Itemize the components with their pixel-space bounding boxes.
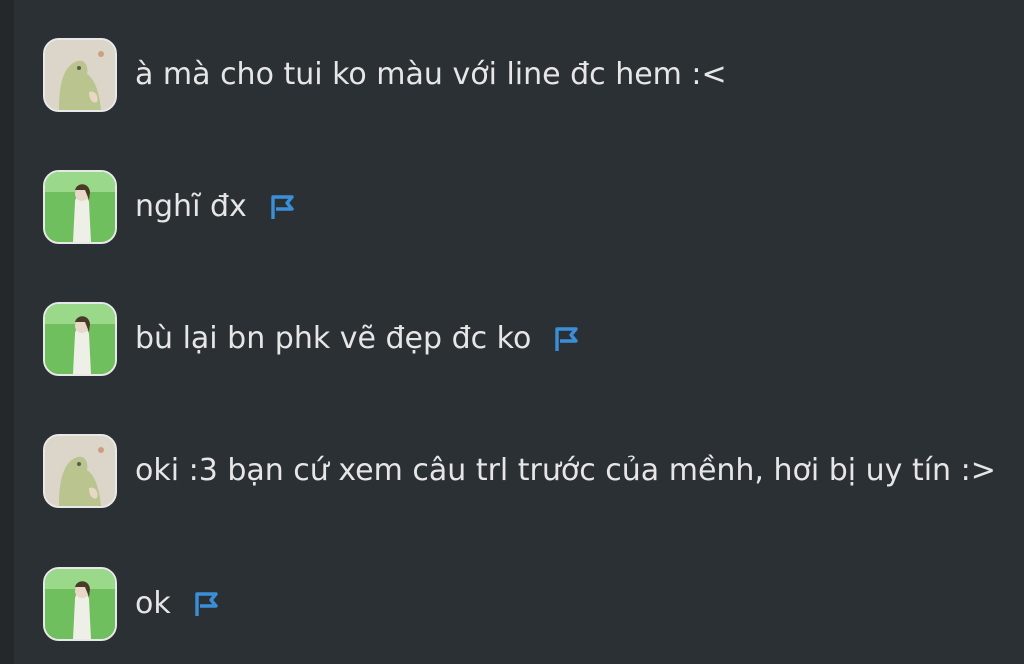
girl-avatar[interactable]	[43, 567, 117, 641]
dino-avatar[interactable]	[43, 434, 117, 508]
message-text: oki :3 bạn cứ xem câu trl trước của mềnh…	[135, 453, 996, 488]
report-flag-icon[interactable]	[551, 324, 581, 354]
chat-message: à mà cho tui ko màu với line đc hem :<	[43, 36, 727, 114]
left-edge-strip	[0, 0, 14, 664]
chat-message: ok	[43, 565, 221, 643]
message-text: à mà cho tui ko màu với line đc hem :<	[135, 57, 727, 92]
girl-avatar[interactable]	[43, 170, 117, 244]
dino-avatar[interactable]	[43, 38, 117, 112]
chat-message-list: à mà cho tui ko màu với line đc hem :< n…	[14, 0, 1024, 664]
chat-message: oki :3 bạn cứ xem câu trl trước của mềnh…	[43, 432, 996, 510]
report-flag-icon[interactable]	[267, 192, 297, 222]
message-text: nghĩ đx	[135, 189, 247, 224]
message-text: ok	[135, 586, 171, 621]
message-text: bù lại bn phk vẽ đẹp đc ko	[135, 321, 532, 356]
report-flag-icon[interactable]	[191, 589, 221, 619]
chat-message: bù lại bn phk vẽ đẹp đc ko	[43, 300, 581, 378]
girl-avatar[interactable]	[43, 302, 117, 376]
chat-message: nghĩ đx	[43, 168, 297, 246]
